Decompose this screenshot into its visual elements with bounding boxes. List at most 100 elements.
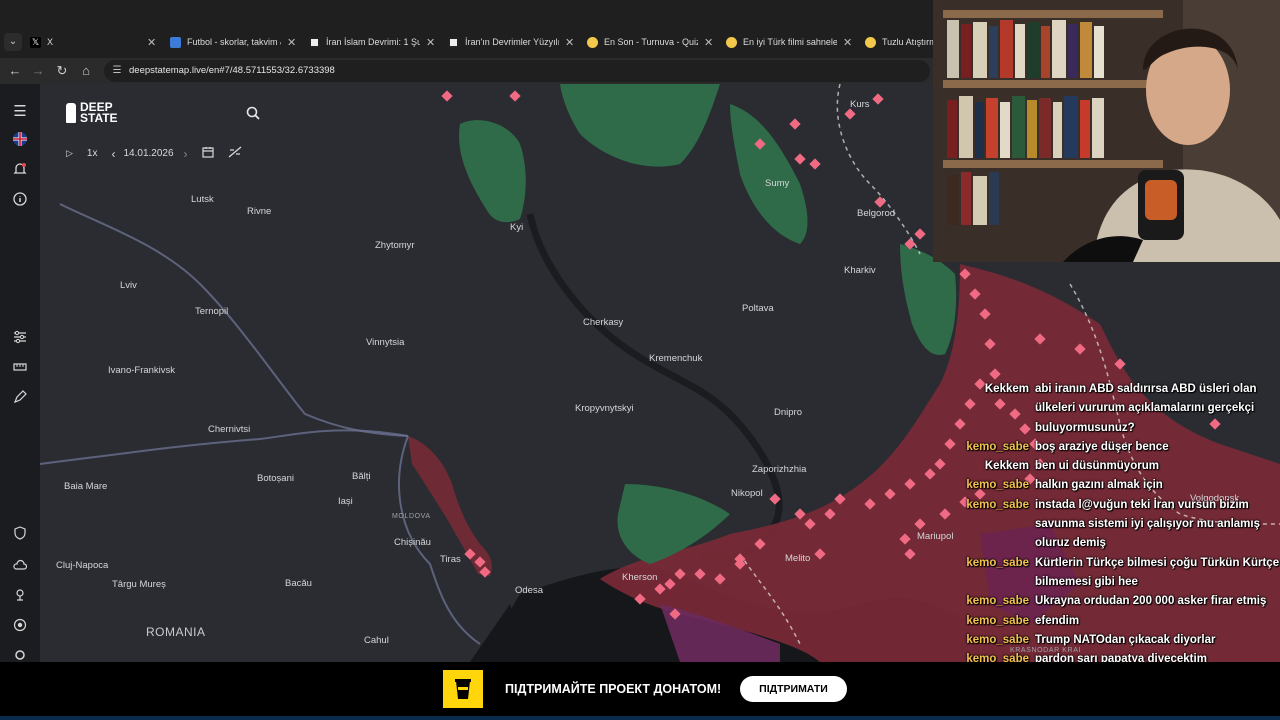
timeline-controls: ▷ 1x ‹ 14.01.2026 › [66, 146, 242, 161]
divider [0, 716, 1280, 720]
chat-username[interactable]: kemo_sabe [962, 438, 1035, 457]
chat-message: kemo_sabe halkın gazını almak için [962, 476, 1280, 495]
stream-chat: Kekkem abi iranın ABD saldırırsa ABD üsle… [962, 380, 1280, 689]
page-favicon-icon [448, 36, 459, 48]
country-moldova: MOLDOVA [392, 513, 431, 520]
draw-icon[interactable] [10, 390, 30, 410]
reload-icon[interactable]: ↻ [53, 62, 71, 80]
chat-text: halkın gazını almak için [1035, 479, 1163, 492]
city-mariupol: Mariupol [917, 531, 954, 542]
flashscore-favicon-icon [170, 36, 181, 48]
close-icon[interactable]: ✕ [147, 36, 157, 49]
deepstate-logo[interactable]: DEEP STATE [66, 101, 118, 125]
browser-tabstrip: ⌄ 𝕏 X ✕ Futbol - skorlar, takvim & ✕ İra… [0, 0, 935, 58]
chat-username[interactable]: kemo_sabe [962, 496, 1035, 554]
home-icon[interactable]: ⌂ [77, 62, 95, 80]
tab-tuzlu[interactable]: Tuzlu Atıştırma [865, 30, 935, 54]
shield-icon[interactable] [10, 526, 30, 546]
chat-username[interactable]: Kekkem [962, 380, 1035, 438]
filters-icon[interactable] [10, 330, 30, 350]
city-lutsk: Lutsk [191, 194, 214, 205]
chat-username[interactable]: kemo_sabe [962, 631, 1035, 650]
chat-username[interactable]: Kekkem [962, 457, 1035, 476]
cloud-icon[interactable] [10, 558, 30, 578]
forward-arrow-icon[interactable]: → [29, 62, 47, 80]
chat-username[interactable]: kemo_sabe [962, 612, 1035, 631]
coffee-cup-icon [443, 670, 483, 708]
city-belgorod: Belgorod [857, 208, 896, 219]
chevron-right-icon[interactable]: › [184, 147, 188, 161]
close-icon[interactable]: ✕ [843, 36, 853, 49]
tab-label: Tuzlu Atıştırma [882, 37, 935, 47]
language-flag-icon[interactable] [10, 132, 30, 152]
chat-message: kemo_sabe instada l@vuğun teki İran vursu… [962, 496, 1280, 554]
site-info-icon[interactable]: ☰ [110, 64, 124, 78]
city-cherkasy: Cherkasy [583, 317, 624, 328]
city-bacau: Bacău [285, 578, 312, 589]
tab-label: X [47, 37, 54, 47]
satellite-icon[interactable] [10, 588, 30, 608]
tab-quizei[interactable]: En Son - Turnuva - Quizei ✕ [587, 30, 714, 54]
tab-turk-filmi[interactable]: En iyi Türk filmi sahneleri ✕ [726, 30, 853, 54]
tab-x[interactable]: 𝕏 X ✕ [30, 30, 157, 54]
calendar-icon[interactable] [201, 146, 214, 161]
play-icon[interactable]: ▷ [66, 148, 73, 159]
tab-iran-devrimler[interactable]: İran'ın Devrimler Yüzyılı & ✕ [448, 30, 575, 54]
tab-label: En iyi Türk filmi sahneleri [743, 37, 837, 47]
quizei-favicon-icon [865, 36, 876, 48]
tab-search-icon[interactable]: ⌄ [4, 33, 22, 51]
tab-futbol[interactable]: Futbol - skorlar, takvim & ✕ [170, 30, 297, 54]
donate-button[interactable]: ПІДТРИМАТИ [740, 676, 847, 702]
chat-username[interactable]: kemo_sabe [962, 476, 1035, 495]
city-kropyvnytskyi: Kropyvnytskyi [575, 403, 634, 414]
chevron-left-icon[interactable]: ‹ [111, 147, 115, 161]
close-icon[interactable]: ✕ [565, 36, 575, 49]
tab-label: Futbol - skorlar, takvim & [187, 37, 281, 47]
city-tiraspol: Tiras [440, 554, 461, 565]
chat-message: kemo_sabe Ukrayna ordudan 200 000 asker f… [962, 592, 1280, 611]
menu-icon[interactable]: ☰ [10, 102, 30, 122]
quizei-favicon-icon [587, 36, 598, 48]
address-bar[interactable]: ☰ deepstatemap.live/en#7/48.5711553/32.6… [104, 60, 930, 82]
tab-iran-islam[interactable]: İran İslam Devrimi: 1 Şuba ✕ [309, 30, 436, 54]
city-baia-mare: Baia Mare [64, 481, 108, 492]
city-botosani: Botoșani [257, 473, 294, 484]
city-ternopil: Ternopil [195, 306, 229, 317]
city-nikopol: Nikopol [731, 488, 763, 499]
chat-message: Kekkem abi iranın ABD saldırırsa ABD üsle… [962, 380, 1280, 438]
chat-username[interactable]: kemo_sabe [962, 554, 1035, 593]
compare-icon[interactable] [228, 146, 242, 161]
chat-message: kemo_sabe Kürtlerin Türkçe bilmesi çoğu T… [962, 554, 1280, 593]
logo-line-2: STATE [80, 111, 118, 125]
city-dnipro: Dnipro [774, 407, 802, 418]
chat-message: kemo_sabe Trump NATOdan çıkacak diyorlar [962, 631, 1280, 650]
city-balti: Bălți [352, 471, 371, 482]
info-icon[interactable] [10, 192, 30, 212]
donate-text: ПІДТРИМАЙТЕ ПРОЕКТ ДОНАТОМ! [505, 682, 722, 696]
city-odesa: Odesa [515, 585, 543, 596]
city-ivano-frankivsk: Ivano-Frankivsk [108, 365, 176, 376]
target-icon[interactable] [10, 618, 30, 638]
city-cahul: Cahul [364, 635, 389, 646]
chat-username[interactable]: kemo_sabe [962, 592, 1035, 611]
city-cluj-napoca: Cluj-Napoca [56, 560, 109, 571]
page-favicon-icon [309, 36, 320, 48]
city-lviv: Lviv [120, 280, 137, 291]
close-icon[interactable]: ✕ [426, 36, 436, 49]
search-icon[interactable] [246, 106, 262, 122]
city-kherson: Kherson [622, 572, 658, 583]
bell-icon[interactable] [10, 162, 30, 182]
city-melitopol: Melito [785, 553, 811, 564]
chat-text: Ukrayna ordudan 200 000 asker firar etmi… [1035, 595, 1267, 608]
settings-icon[interactable] [10, 648, 30, 662]
webcam-feed [933, 0, 1280, 262]
tab-label: İran İslam Devrimi: 1 Şuba [326, 37, 420, 47]
back-arrow-icon[interactable]: ← [6, 62, 24, 80]
ruler-icon[interactable] [10, 360, 30, 380]
city-zaporizhzhia: Zaporizhzhia [752, 464, 807, 475]
close-icon[interactable]: ✕ [287, 36, 297, 49]
speed-button[interactable]: 1x [87, 148, 98, 159]
chat-text: Kürtlerin Türkçe bilmesi çoğu Türkün Kür… [1035, 556, 1280, 588]
date-label[interactable]: 14.01.2026 [123, 148, 173, 159]
close-icon[interactable]: ✕ [704, 36, 714, 49]
